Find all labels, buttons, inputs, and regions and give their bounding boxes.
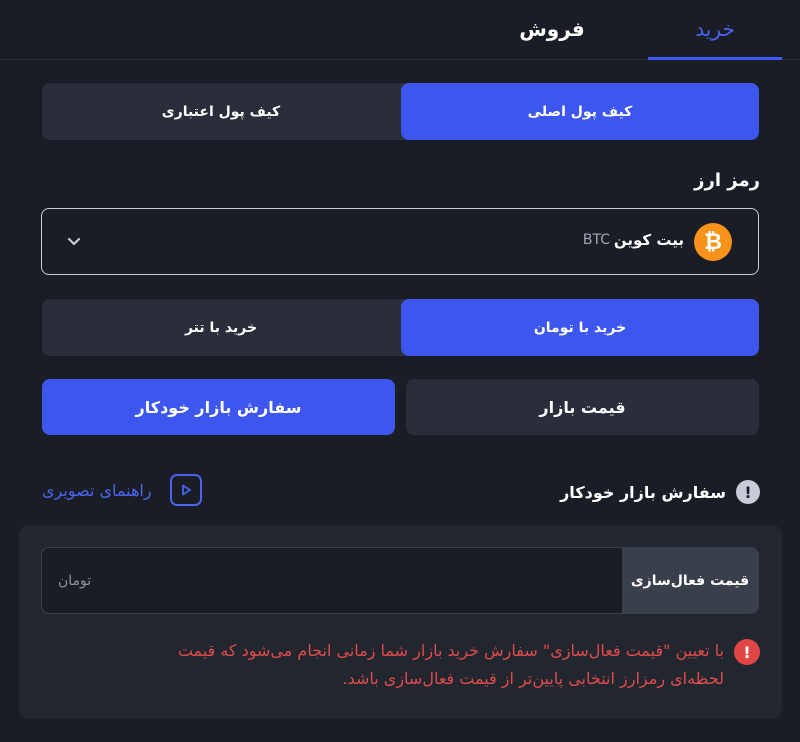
section-title: سفارش بازار خودکار bbox=[560, 482, 726, 502]
buy-with-tether-button[interactable]: خرید با تتر bbox=[42, 299, 400, 356]
visual-guide-link[interactable]: راهنمای تصویری bbox=[42, 474, 202, 506]
coin-name: بیت کوین bbox=[613, 231, 684, 249]
crypto-select[interactable]: ₿ بیت کوین BTC bbox=[41, 208, 759, 275]
bitcoin-icon: ₿ bbox=[694, 223, 732, 261]
guide-label: راهنمای تصویری bbox=[42, 480, 152, 500]
wallet-selector: کیف پول اصلی کیف پول اعتباری bbox=[42, 83, 759, 140]
section-header: سفارش بازار خودکار ! bbox=[560, 480, 760, 504]
warning-line-2: لحظه‌ای رمزارز انتخابی پایین‌تر از قیمت … bbox=[342, 669, 724, 688]
tab-sell[interactable]: فروش bbox=[490, 0, 614, 58]
coin-symbol: BTC bbox=[582, 232, 610, 248]
warning-icon: ! bbox=[734, 639, 760, 665]
warning-line-1: با تعیین "قیمت فعال‌سازی" سفارش خرید باز… bbox=[177, 641, 724, 660]
credit-wallet-button[interactable]: کیف پول اعتباری bbox=[42, 83, 400, 140]
info-icon[interactable]: ! bbox=[736, 480, 760, 504]
activation-warning: ! با تعیین "قیمت فعال‌سازی" سفارش خرید ب… bbox=[80, 637, 760, 693]
buy-with-toman-button[interactable]: خرید با تومان bbox=[401, 299, 759, 356]
auto-market-order-button[interactable]: سفارش بازار خودکار bbox=[42, 379, 395, 435]
activation-price-group: قیمت فعال‌سازی bbox=[41, 547, 759, 614]
chevron-down-icon bbox=[67, 237, 81, 246]
trade-tabs: خرید فروش bbox=[0, 0, 800, 60]
activation-price-input[interactable] bbox=[42, 548, 624, 613]
crypto-label: رمز ارز bbox=[694, 170, 760, 191]
currency-selector: خرید با تومان خرید با تتر bbox=[42, 299, 759, 356]
main-wallet-button[interactable]: کیف پول اصلی bbox=[401, 83, 759, 140]
market-price-button[interactable]: قیمت بازار bbox=[406, 379, 759, 435]
play-icon bbox=[169, 474, 202, 506]
warning-text: با تعیین "قیمت فعال‌سازی" سفارش خرید باز… bbox=[178, 637, 724, 693]
activation-price-label: قیمت فعال‌سازی bbox=[622, 548, 758, 613]
auto-order-panel: قیمت فعال‌سازی ! با تعیین "قیمت فعال‌ساز… bbox=[19, 525, 782, 719]
tab-buy[interactable]: خرید bbox=[648, 0, 782, 60]
